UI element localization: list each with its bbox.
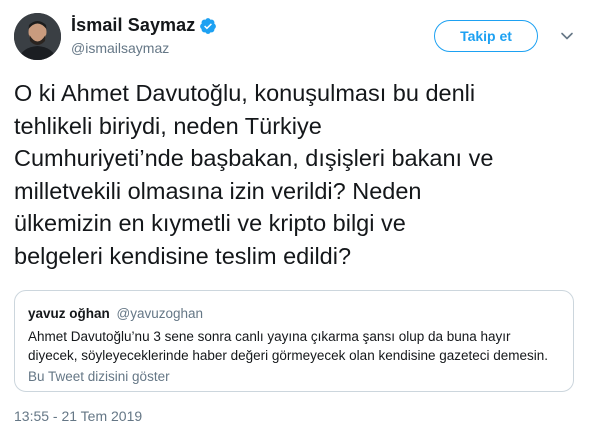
tweet-text-line: milletvekili olmasına izin verildi? Nede… bbox=[14, 177, 422, 204]
quoted-tweet-card[interactable]: yavuz oğhan @yavuzoghan Ahmet Davutoğlu’… bbox=[14, 290, 574, 392]
tweet-text-line: belgeleri kendisine teslim edildi? bbox=[14, 242, 352, 269]
show-thread-link[interactable]: Bu Tweet dizisini göster bbox=[28, 369, 170, 384]
author-display-name[interactable]: İsmail Saymaz bbox=[71, 15, 195, 36]
quoted-author-handle: @yavuzoghan bbox=[116, 306, 204, 321]
quoted-text-line: diyecek, söyleyeceklerinde haber değeri … bbox=[28, 348, 549, 363]
chevron-down-icon[interactable] bbox=[559, 28, 575, 44]
follow-button[interactable]: Takip et bbox=[434, 20, 538, 52]
tweet-text: O ki Ahmet Davutoğlu, konuşulması bu den… bbox=[14, 77, 586, 272]
tweet-header: İsmail Saymaz @ismailsaymaz Takip et bbox=[14, 13, 584, 61]
quoted-tweet-text: Ahmet Davutoğlu’nu 3 sene sonra canlı ya… bbox=[28, 327, 564, 365]
verified-badge-icon bbox=[200, 17, 217, 34]
avatar[interactable] bbox=[14, 13, 61, 60]
tweet-text-line: tehlikeli biriydi, neden Türkiye bbox=[14, 112, 322, 139]
avatar-photo-icon bbox=[14, 13, 61, 60]
quoted-author-name: yavuz oğhan bbox=[28, 306, 110, 321]
quoted-tweet-header: yavuz oğhan @yavuzoghan bbox=[28, 306, 203, 321]
author-handle[interactable]: @ismailsaymaz bbox=[71, 40, 169, 56]
tweet-text-line: Cumhuriyeti’nde başbakan, dışişleri baka… bbox=[14, 145, 494, 171]
quoted-text-line: Ahmet Davutoğlu’nu 3 sene sonra canlı ya… bbox=[28, 329, 511, 344]
author-name-row: İsmail Saymaz bbox=[71, 15, 217, 36]
tweet-timestamp[interactable]: 13:55 - 21 Tem 2019 bbox=[14, 408, 142, 424]
tweet-text-line: ülkemizin en kıymetli ve kripto bilgi ve bbox=[14, 210, 406, 236]
tweet-text-line: O ki Ahmet Davutoğlu, konuşulması bu den… bbox=[14, 80, 476, 106]
